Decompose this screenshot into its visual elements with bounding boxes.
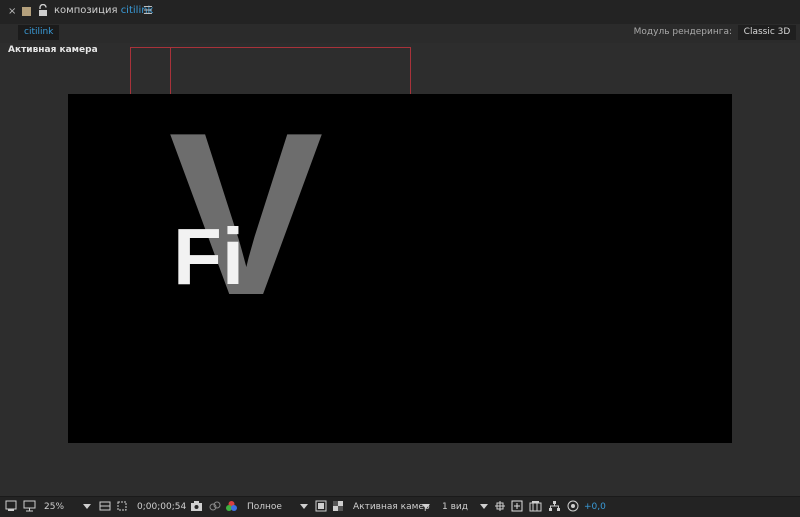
show-snapshot-icon[interactable] <box>208 500 221 514</box>
resolution-value[interactable]: Полное <box>247 500 282 514</box>
exposure-reset-icon[interactable] <box>567 500 579 514</box>
monitor-icon[interactable] <box>23 500 36 514</box>
views-value[interactable]: 1 вид <box>442 500 468 514</box>
view-label: Активная камера <box>8 45 98 55</box>
panel-header: × композиция citilink ☰ <box>0 0 800 24</box>
exposure-value[interactable]: +0,0 <box>584 500 606 514</box>
composition-viewer[interactable]: Активная камера V Fi <box>0 43 800 496</box>
transparency-grid-icon[interactable] <box>332 500 344 514</box>
zoom-value[interactable]: 25% <box>44 500 64 514</box>
flowchart-icon[interactable] <box>548 500 561 514</box>
tab-citilink[interactable]: citilink <box>18 25 60 40</box>
composition-canvas[interactable]: V Fi <box>68 94 732 443</box>
close-icon[interactable]: × <box>8 6 16 17</box>
zoom-dropdown-icon[interactable] <box>83 504 91 509</box>
resolution-dropdown-icon[interactable] <box>300 504 308 509</box>
camera-dropdown-icon[interactable] <box>422 504 430 509</box>
color-swatch-icon[interactable] <box>22 7 31 16</box>
3d-ground-icon[interactable] <box>494 500 506 514</box>
timeline-icon[interactable] <box>529 500 542 514</box>
renderer-label: Модуль рендеринга: <box>633 27 732 37</box>
panel-menu-icon[interactable]: ☰ <box>143 4 153 17</box>
renderer-button[interactable]: Classic 3D <box>738 25 796 40</box>
always-preview-icon[interactable] <box>5 500 17 514</box>
region-of-interest-icon[interactable] <box>116 500 128 514</box>
views-dropdown-icon[interactable] <box>480 504 488 509</box>
toggle-mask-icon[interactable] <box>511 500 523 514</box>
composition-subbar: citilink Модуль рендеринга: Classic 3D <box>0 24 800 44</box>
camera-view-value[interactable]: Активная камер <box>353 500 430 514</box>
unlock-icon[interactable] <box>38 3 48 17</box>
fast-preview-icon[interactable] <box>315 500 327 514</box>
panel-title: композиция citilink <box>54 5 153 16</box>
safe-zones-icon[interactable] <box>99 500 111 514</box>
camera-snapshot-icon[interactable] <box>190 500 203 514</box>
text-fi[interactable]: Fi <box>173 212 244 301</box>
viewer-toolbar: 25% 0;00;00;54 Полное Активная камер 1 в… <box>0 496 800 517</box>
color-channels-icon[interactable] <box>225 500 238 514</box>
timecode[interactable]: 0;00;00;54 <box>137 500 186 514</box>
panel-title-prefix: композиция <box>54 5 118 16</box>
